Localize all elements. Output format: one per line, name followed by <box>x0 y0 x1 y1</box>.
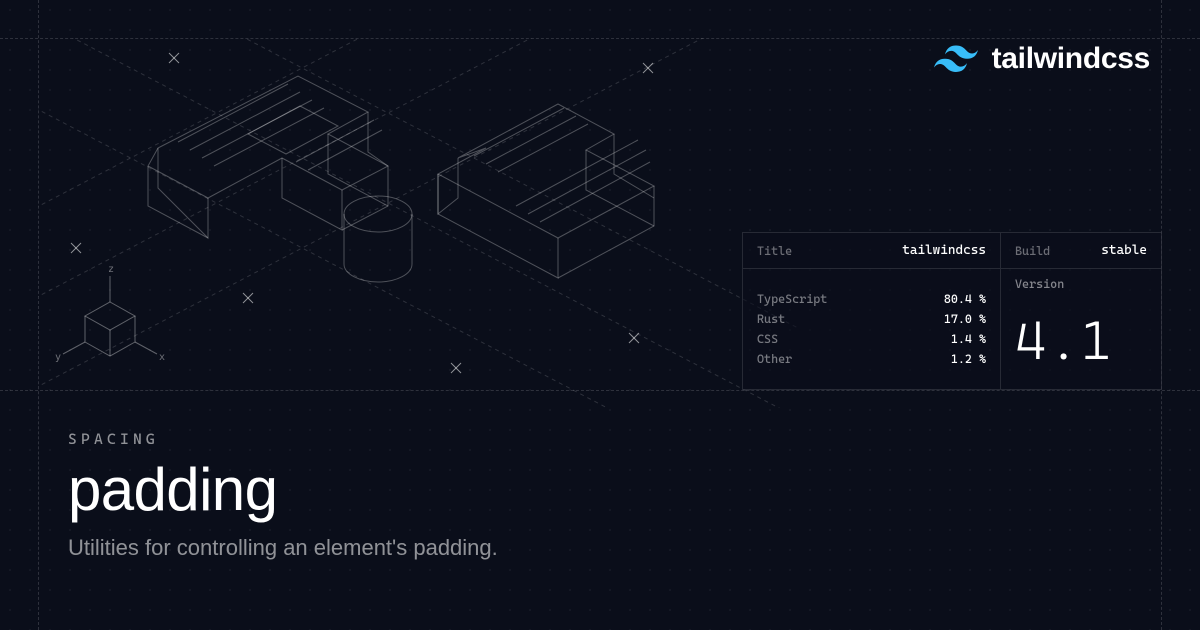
stat-label: TypeScript <box>757 292 827 306</box>
panel-version-label: Version <box>1001 269 1161 291</box>
info-panel: Title tailwindcss TypeScript 80.4 % Rust… <box>742 232 1162 390</box>
axis-x-label: x <box>159 352 165 363</box>
stat-row: TypeScript 80.4 % <box>757 292 986 306</box>
stat-label: Rust <box>757 312 785 326</box>
panel-stats: TypeScript 80.4 % Rust 17.0 % CSS 1.4 % … <box>743 269 1000 389</box>
stat-value: 1.2 % <box>951 352 986 366</box>
stat-value: 17.0 % <box>944 312 986 326</box>
stat-row: Rust 17.0 % <box>757 312 986 326</box>
panel-build-row: Build stable <box>1001 233 1161 269</box>
axis-gizmo: z x y <box>55 262 165 376</box>
panel-title-value: tailwindcss <box>902 243 986 258</box>
stat-value: 80.4 % <box>944 292 986 306</box>
page-content: SPACING padding Utilities for controllin… <box>68 430 1140 561</box>
panel-title-label: Title <box>757 244 792 258</box>
brand-name: tailwindcss <box>992 42 1150 76</box>
panel-build-label: Build <box>1015 244 1050 258</box>
axis-y-label: y <box>55 352 61 363</box>
tailwind-mark-icon <box>934 45 978 73</box>
stat-value: 1.4 % <box>951 332 986 346</box>
page-eyebrow: SPACING <box>68 430 1140 448</box>
stat-row: Other 1.2 % <box>757 352 986 366</box>
stat-label: Other <box>757 352 792 366</box>
brand-logo: tailwindcss <box>934 42 1150 76</box>
page-title: padding <box>68 458 1140 521</box>
stat-row: CSS 1.4 % <box>757 332 986 346</box>
panel-version-value: 4.1 <box>1001 291 1161 389</box>
page-subtitle: Utilities for controlling an element's p… <box>68 535 1140 561</box>
stat-label: CSS <box>757 332 778 346</box>
axis-z-label: z <box>108 264 114 275</box>
panel-build-value: stable <box>1101 243 1147 258</box>
panel-title-row: Title tailwindcss <box>743 233 1000 269</box>
